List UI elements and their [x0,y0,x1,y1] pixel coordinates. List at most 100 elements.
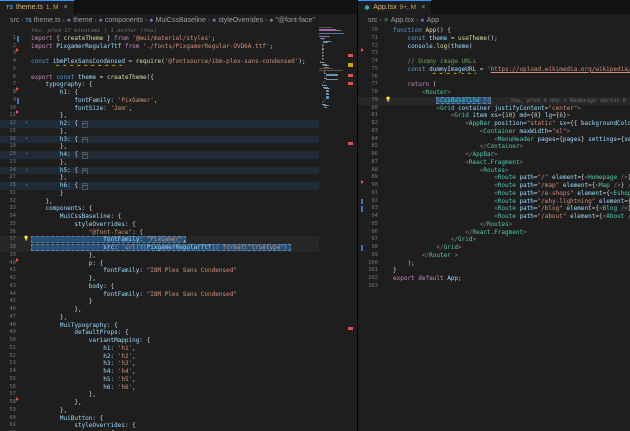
code-line[interactable]: 52 h2: 'h2', [0,353,319,361]
code-line[interactable]: 16› h3: { ⋯ [0,136,319,144]
code-line[interactable]: 27 }, [0,174,319,182]
line-number[interactable]: 23 [0,159,22,167]
code-line[interactable]: 77 return ( [358,81,630,89]
code-line[interactable]: 97 </Grid> [358,236,630,244]
breadcrumb-item[interactable]: ❖styleOverrides [212,17,263,24]
line-number[interactable]: 60 [0,415,22,423]
code-line[interactable]: 61 styleOverrides: { [0,422,319,430]
code-line[interactable]: 43 body: { [0,283,319,291]
code-line[interactable]: 71 const theme = useTheme(); [358,35,630,43]
line-number[interactable]: 90 [358,182,384,190]
code-line[interactable]: 92 <Route path="/why-lightning" element=… [358,198,630,206]
close-icon[interactable]: × [421,4,425,11]
line-number[interactable]: 101 [358,267,384,275]
code-line[interactable]: 57 }, [0,391,319,399]
code-line[interactable]: 46 }, [0,306,319,314]
breadcrumb-item[interactable]: ⚛App.tsx [383,17,414,24]
line-number[interactable]: 9 [0,97,22,105]
line-number[interactable]: 35 [0,221,22,229]
line-number[interactable]: 78 [358,89,384,97]
line-number[interactable]: 72 [358,43,384,51]
code-line[interactable]: 33 components: { [0,205,319,213]
line-number[interactable]: 97 [358,236,384,244]
line-number[interactable]: 61 [0,422,22,430]
code-line[interactable]: 51 h1: 'h1', [0,345,319,353]
line-number[interactable]: 42 [0,275,22,283]
code-line[interactable]: 84 <MenuHeader pages={pages} settings={s… [358,136,630,144]
breadcrumb-item[interactable]: ❖"@font-face" [269,17,315,24]
code-line[interactable]: 73 [358,50,630,58]
line-number[interactable]: 16 [0,136,22,144]
code-line[interactable]: 35 styleOverrides: { [0,221,319,229]
code-line[interactable]: 23 }, [0,159,319,167]
code-line[interactable]: 40 p: { [0,260,319,268]
code-line[interactable]: 32 }, [0,198,319,206]
line-number[interactable]: 98 [358,244,384,252]
code-line[interactable]: 87 <React.Fragment> [358,159,630,167]
line-number[interactable]: 5 [0,66,22,74]
line-number[interactable]: 45 [0,298,22,306]
code-line[interactable]: 81 <Grid item xs={10} md={8} lg={6}> [358,112,630,120]
line-number[interactable]: 86 [358,151,384,159]
line-number[interactable]: 91 [358,190,384,198]
line-number[interactable]: 76 [358,74,384,82]
code-line[interactable]: 1import { createTheme } from '@mui/mater… [0,35,319,43]
line-number[interactable]: 94 [358,213,384,221]
line-number[interactable]: 100 [358,260,384,268]
line-number[interactable]: 2 [0,43,22,51]
fold-chevron-icon[interactable]: › [22,120,31,128]
line-number[interactable]: 48 [0,322,22,330]
line-number[interactable]: 32 [0,198,22,206]
fold-chevron-icon[interactable]: › [22,182,31,190]
code-line[interactable]: 83 <Container maxWidth="xl"> [358,128,630,136]
minimap[interactable] [319,27,346,431]
line-number[interactable]: 20 [0,151,22,159]
code-line[interactable]: 99 </Router > [358,252,630,260]
code-line[interactable]: 11 }, [0,112,319,120]
code-line[interactable]: 93 <Route path="/blog" element={<Blog />… [358,205,630,213]
lightbulb-icon[interactable]: 💡 [23,236,29,242]
line-number[interactable]: 10 [0,105,22,113]
lightbulb-icon[interactable]: 💡 [385,97,391,103]
code-line[interactable]: 39 }, [0,252,319,260]
code-line[interactable]: 74 // Dummy image URLs [358,58,630,66]
line-number[interactable]: 82 [358,120,384,128]
fold-chevron-icon[interactable]: › [22,151,31,159]
code-line[interactable]: 91 <Route path="/e-shops" element={<Esho… [358,190,630,198]
line-number[interactable]: 95 [358,221,384,229]
line-number[interactable]: 37 [0,236,22,244]
code-line[interactable]: 85 </Container> [358,143,630,151]
line-number[interactable]: 52 [0,353,22,361]
line-number[interactable]: 3 [0,50,22,58]
code-line[interactable]: 34 MuiCssBaseline: { [0,213,319,221]
code-line[interactable]: 79💡 <CssBaseline /> You, před 4 dny • Re… [358,97,630,105]
line-number[interactable]: 89 [358,174,384,182]
code-line[interactable]: 100 ); [358,260,630,268]
line-number[interactable]: 50 [0,337,22,345]
code-line[interactable]: 15 }, [0,128,319,136]
tab-theme-ts[interactable]: TS theme.ts 1, M × [0,0,75,14]
code-line[interactable]: 58 }, [0,399,319,407]
code-line[interactable]: 28› h6: { ⋯ [0,182,319,190]
code-line[interactable]: 101} [358,267,630,275]
code-line[interactable]: 42 }, [0,275,319,283]
breadcrumb-item[interactable]: ❖components [99,17,144,24]
code-line[interactable]: 90 <Route path="/map" element={<Map />} … [358,182,630,190]
code-line[interactable]: 47 }, [0,314,319,322]
line-number[interactable]: 33 [0,205,22,213]
line-number[interactable]: 80 [358,105,384,113]
line-number[interactable]: 27 [0,174,22,182]
line-number[interactable]: 4 [0,58,22,66]
code-line[interactable]: 4const ibmPlexSansCondensed = require('@… [0,58,319,66]
line-number[interactable]: 19 [0,143,22,151]
line-number[interactable]: 103 [358,283,384,291]
line-number[interactable]: 54 [0,368,22,376]
code-line[interactable]: 75 const dummyImageURL = 'https://upload… [358,66,630,74]
code-line[interactable]: 31 } [0,190,319,198]
line-number[interactable]: 88 [358,167,384,175]
code-line[interactable]: 41 fontFamily: "IBM Plex Sans Condensed" [0,267,319,275]
code-line[interactable]: 102export default App; [358,275,630,283]
code-line[interactable]: 95 </Routes> [358,221,630,229]
code-line[interactable]: 44 fontFamily: "IBM Plex Sans Condensed" [0,291,319,299]
line-number[interactable]: 7 [0,81,22,89]
